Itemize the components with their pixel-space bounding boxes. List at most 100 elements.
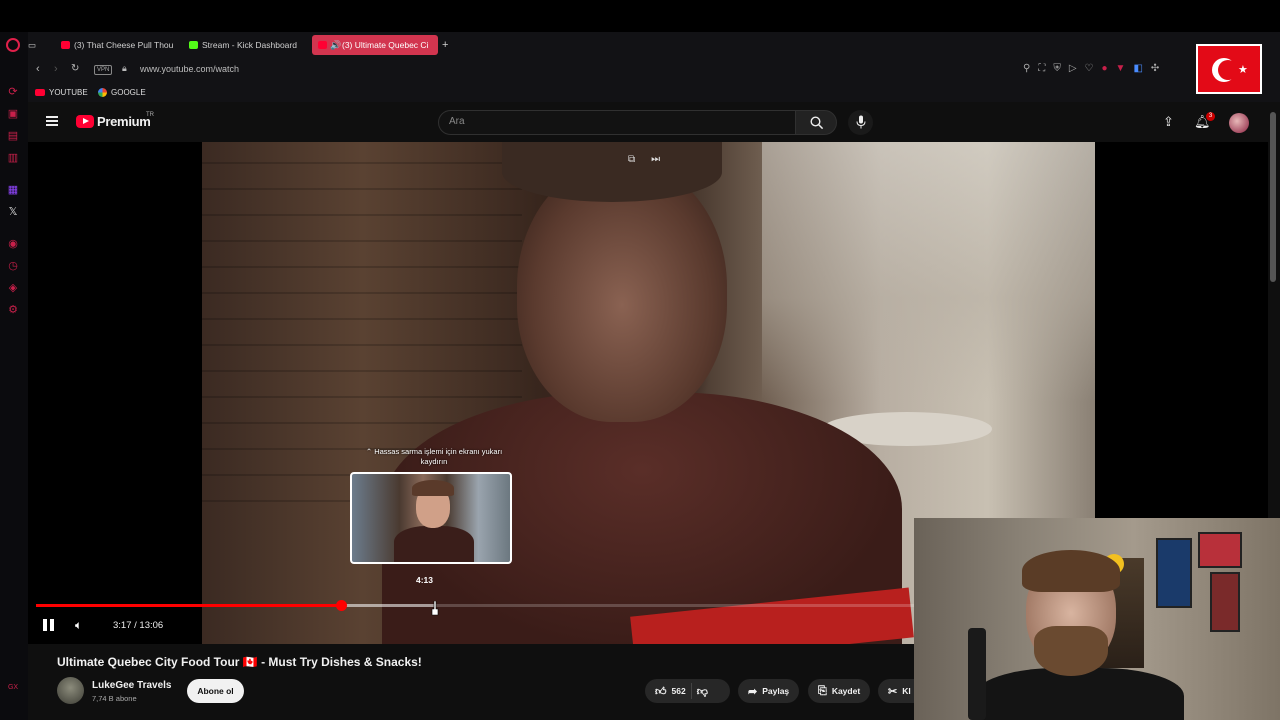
scrubber-handle[interactable]: [335, 600, 347, 611]
progress-played: [36, 604, 342, 607]
dislike-button[interactable]: 👎︎: [697, 685, 708, 698]
youtube-favicon-icon: [318, 41, 327, 49]
seek-preview-time: 4:13: [416, 575, 434, 585]
x-icon[interactable]: 𝕏: [7, 206, 19, 218]
twitch-icon[interactable]: ▦: [7, 184, 19, 196]
search-box: [438, 110, 796, 135]
settings-gear-icon[interactable]: ⚙: [7, 304, 19, 316]
like-button[interactable]: 👍︎ 562: [655, 685, 686, 698]
scissors-icon: ✂: [888, 685, 898, 698]
account-avatar[interactable]: [1229, 113, 1249, 133]
reload-icon[interactable]: ↻: [71, 63, 79, 74]
url-field[interactable]: www.youtube.com/watch: [140, 64, 239, 74]
workspaces-icon[interactable]: ▭: [28, 35, 38, 55]
bookmark-google[interactable]: GOOGLE: [98, 88, 146, 97]
tab-quebec-food-tour[interactable]: 🔊 (3) Ultimate Quebec Ci: [312, 35, 438, 55]
thumbs-up-icon: 👍︎: [655, 685, 667, 698]
microphone-icon: [856, 115, 866, 129]
pin-icon[interactable]: ⚲: [1023, 63, 1030, 74]
turkish-flag-overlay: ★: [1196, 44, 1262, 94]
wall-poster: [1198, 532, 1242, 568]
menu-icon[interactable]: [46, 116, 58, 126]
miniplayer-icon[interactable]: ⧉: [628, 154, 635, 165]
upload-icon[interactable]: ⇪: [1163, 114, 1174, 130]
share-icon: ➦: [748, 685, 758, 698]
youtube-brand[interactable]: Premium: [97, 114, 151, 129]
messenger-icon[interactable]: ▥: [7, 152, 19, 164]
vpn-badge[interactable]: VPN: [94, 65, 113, 75]
toolbar-extensions: ⚲ ⛶ ⛨ ▷ ♡ ● ▼ ◧ ✣: [1023, 63, 1159, 74]
clip-button[interactable]: ✂ Kl: [878, 679, 914, 703]
clock-icon[interactable]: ◷: [7, 260, 19, 272]
flag-star-icon: ★: [1238, 64, 1248, 76]
subscribe-button[interactable]: Abone ol: [187, 679, 244, 703]
channel-name[interactable]: LukeGee Travels: [92, 680, 172, 691]
youtube-favicon-icon: [61, 41, 70, 49]
scrub-hint-text: Hassas sarma işlemi için ekranı yukarı k…: [374, 447, 503, 466]
page-scrollbar[interactable]: [1270, 112, 1276, 282]
search-icon: [810, 116, 824, 130]
pause-icon: [43, 619, 47, 631]
extension-red-icon[interactable]: ▼: [1116, 63, 1126, 74]
search-button[interactable]: [795, 110, 837, 135]
history-icon[interactable]: ⟳: [7, 86, 19, 98]
progress-bar[interactable]: [36, 600, 916, 611]
address-bar: ‹ › ↻ VPN 🔒︎ www.youtube.com/watch ⚲ ⛶ ⛨…: [28, 58, 1280, 82]
speaker-icon[interactable]: 🔊: [330, 35, 341, 55]
chat-icon[interactable]: ▤: [7, 130, 19, 142]
google-icon: [98, 88, 107, 97]
player-icon[interactable]: ◉: [7, 238, 19, 250]
like-dislike-group: 👍︎ 562 👎︎: [645, 679, 730, 703]
next-video-icon[interactable]: ⏭: [651, 154, 660, 165]
lock-icon[interactable]: 🔒︎: [122, 63, 127, 74]
channel-avatar[interactable]: [57, 677, 84, 704]
save-button[interactable]: ⎘ Kaydet: [808, 679, 871, 703]
thumbs-down-icon: 👎︎: [696, 685, 708, 698]
adblock-icon[interactable]: ●: [1102, 63, 1108, 74]
chevron-up-icon: ⌃: [365, 447, 375, 456]
host-cap: [502, 142, 722, 202]
puzzle-icon[interactable]: ✣: [1151, 63, 1159, 74]
gx-corner-label[interactable]: GX: [7, 682, 19, 694]
back-icon[interactable]: ‹: [36, 63, 40, 75]
search-input[interactable]: [449, 116, 779, 127]
bag-icon[interactable]: ▣: [7, 108, 19, 120]
kick-favicon-icon: [189, 41, 198, 49]
bookmarks-bar: YOUTUBE GOOGLE: [28, 82, 1280, 102]
volume-icon[interactable]: 🔈︎: [75, 618, 82, 633]
pause-button[interactable]: [42, 619, 56, 632]
new-tab-button[interactable]: +: [440, 35, 454, 55]
youtube-icon: [35, 89, 45, 96]
snapshot-icon[interactable]: ⛶: [1038, 63, 1045, 74]
mouse-cursor-icon: [431, 601, 439, 616]
opera-sidebar: ⟳ ▣ ▤ ▥ ▦ 𝕏 ◉ ◷ ◈ ⚙ GX: [0, 32, 28, 720]
youtube-header: Premium TR ⇪ 🔔︎ 3: [28, 102, 1280, 142]
save-label: Kaydet: [831, 686, 861, 696]
seek-preview-thumbnail: [350, 472, 512, 564]
shield-icon[interactable]: ⛨: [1053, 63, 1061, 74]
time-display: 3:17 / 13:06: [113, 620, 164, 631]
heart-icon[interactable]: ♡: [1085, 63, 1094, 74]
tab-bar: ▭ (3) That Cheese Pull Thou Stream - Kic…: [28, 32, 1280, 58]
opera-logo-icon[interactable]: [6, 38, 20, 52]
play-icon[interactable]: ▷: [1069, 63, 1077, 74]
wall-poster: [1156, 538, 1192, 608]
youtube-logo-icon[interactable]: [76, 115, 94, 128]
video-title: Ultimate Quebec City Food Tour 🇨🇦 - Must…: [57, 655, 422, 669]
bookmark-icon: ⎘: [818, 684, 827, 697]
wall-poster: [1210, 572, 1240, 632]
extensions-icon[interactable]: ◈: [7, 282, 19, 294]
tab-label: (3) That Cheese Pull Thou: [74, 40, 174, 50]
tab-kick-dashboard[interactable]: Stream - Kick Dashboard: [186, 35, 304, 55]
tab-label: (3) Ultimate Quebec Ci: [342, 40, 429, 50]
translate-icon[interactable]: ◧: [1133, 63, 1142, 74]
voice-search-button[interactable]: [848, 110, 873, 135]
window-top: [0, 0, 1280, 32]
webcam-overlay: [914, 518, 1280, 720]
bookmark-label: YOUTUBE: [49, 88, 88, 97]
bookmark-youtube[interactable]: YOUTUBE: [35, 88, 88, 97]
forward-icon[interactable]: ›: [54, 63, 58, 75]
share-label: Paylaş: [762, 686, 790, 696]
share-button[interactable]: ➦ Paylaş: [738, 679, 800, 703]
tab-cheese-pull[interactable]: (3) That Cheese Pull Thou: [58, 35, 176, 55]
